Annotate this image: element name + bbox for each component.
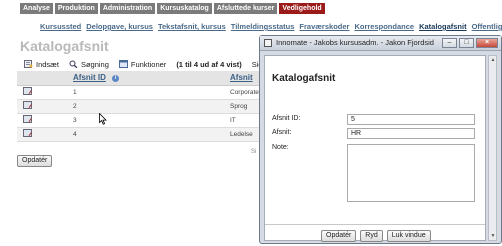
close-window-button[interactable]: ×	[476, 38, 498, 48]
menu-afsluttede-kurser[interactable]: Afsluttede kurser	[213, 3, 278, 14]
table-row[interactable]: 2 Sprog	[17, 99, 263, 114]
pager-fragment: Si	[251, 149, 257, 155]
note-textarea[interactable]	[347, 144, 475, 202]
note-label: Note:	[272, 144, 289, 151]
afsnit-label: Afsnit:	[272, 129, 292, 136]
popup-heading: Katalogafsnit	[272, 73, 336, 84]
edit-icon[interactable]	[23, 87, 32, 95]
submenu-offentlige-filer[interactable]: Offentlige fil	[472, 22, 502, 32]
popup-update-button[interactable]: Opdatér	[321, 230, 357, 242]
afsnit-id-label: Afsnit ID:	[272, 115, 301, 122]
submenu-tilmeldingsstatus[interactable]: Tilmeldingsstatus	[231, 22, 295, 32]
functions-label: Funktioner	[130, 59, 167, 69]
toolbar: Indsæt Søgning Funktioner (1 til 4 ud af…	[24, 59, 263, 69]
submenu-kursussted[interactable]: Kursussted	[40, 22, 81, 32]
submenu-korrespondance[interactable]: Korrespondance	[354, 22, 414, 32]
sub-menu: Kursussted Delopgave, kursus Tekstafsnit…	[40, 22, 502, 32]
cell-afsnit-id: 3	[69, 113, 226, 128]
popup-title: Innomate - Jakobs kursusadm. - Jakon Fjo…	[276, 38, 434, 47]
cell-afsnit-id: 1	[69, 85, 226, 100]
edit-icon[interactable]	[23, 101, 32, 109]
cell-afsnit: Corporate	[226, 85, 263, 100]
submenu-delopgave-kursus[interactable]: Delopgave, kursus	[86, 22, 153, 32]
cell-afsnit: Sprog	[226, 99, 263, 114]
divider	[265, 224, 485, 225]
functions-icon	[118, 60, 128, 68]
menu-vedligehold[interactable]: Vedligehold	[279, 3, 325, 14]
maximize-button[interactable]: □	[459, 38, 474, 48]
scroll-down-icon[interactable]: ▼	[490, 233, 496, 239]
table-row[interactable]: 3 IT	[17, 113, 263, 128]
top-menu: Analyse Produktion Administration Kursus…	[20, 3, 325, 14]
submenu-fravaerskoder[interactable]: Fraværskoder	[299, 22, 349, 32]
afsnit-field[interactable]: HR	[347, 128, 475, 139]
popup-titlebar[interactable]: Innomate - Jakobs kursusadm. - Jakon Fjo…	[260, 36, 501, 51]
sort-info-icon[interactable]: i	[111, 74, 119, 82]
reset-button[interactable]: Ryd	[360, 230, 383, 242]
search-button[interactable]: Søgning	[69, 60, 109, 69]
page-title: Katalogafsnit	[20, 38, 109, 54]
cell-afsnit: IT	[226, 113, 263, 128]
mouse-cursor-icon	[99, 113, 107, 125]
scroll-up-icon[interactable]: ▲	[490, 57, 496, 63]
insert-label: Indsæt	[36, 59, 59, 69]
insert-icon	[24, 60, 33, 68]
submenu-katalogafsnit[interactable]: Katalogafsnit	[419, 22, 467, 32]
functions-button[interactable]: Funktioner	[118, 59, 167, 69]
table-row[interactable]: 1 Corporate	[17, 85, 263, 100]
minimize-button[interactable]: –	[442, 38, 457, 48]
menu-produktion[interactable]: Produktion	[54, 3, 98, 14]
search-icon	[69, 60, 78, 69]
cell-afsnit-id: 4	[69, 127, 226, 142]
search-label: Søgning	[80, 59, 109, 69]
table-header-row: Afsnit ID i Afsnit	[17, 71, 263, 86]
menu-analyse[interactable]: Analyse	[20, 3, 53, 14]
header-blank	[17, 71, 69, 86]
submenu-tekstafsnit-kursus[interactable]: Tekstafsnit, kursus	[158, 22, 226, 32]
table-row[interactable]: 4 Ledelse	[17, 127, 263, 142]
edit-icon[interactable]	[23, 129, 32, 137]
header-afsnit-id[interactable]: Afsnit ID i	[69, 71, 226, 86]
close-button[interactable]: Luk vindue	[386, 230, 431, 242]
popup-window: Innomate - Jakobs kursusadm. - Jakon Fjo…	[259, 35, 502, 244]
cell-afsnit: Ledelse	[226, 127, 263, 142]
popup-buttons: Opdatér Ryd Luk vindue	[321, 230, 431, 242]
record-count: (1 til 4 ud af 4 vist)	[176, 59, 242, 69]
menu-administration[interactable]: Administration	[99, 3, 156, 14]
update-button[interactable]: Opdatér	[17, 155, 53, 167]
vertical-scrollbar[interactable]: ▲ ▼	[488, 55, 497, 241]
header-afsnit[interactable]: Afsnit	[226, 71, 263, 86]
cell-afsnit-id: 2	[69, 99, 226, 114]
edit-icon[interactable]	[23, 115, 32, 123]
catalog-sections-table: Afsnit ID i Afsnit 1 Corporate 2 Sprog 3 …	[17, 71, 263, 142]
insert-button[interactable]: Indsæt	[24, 60, 59, 69]
window-app-icon	[264, 39, 272, 47]
afsnit-id-field[interactable]: 5	[347, 114, 475, 125]
popup-content: Katalogafsnit Afsnit ID: 5 Afsnit: HR No…	[264, 55, 486, 242]
menu-kursuskatalog[interactable]: Kursuskatalog	[157, 3, 212, 14]
